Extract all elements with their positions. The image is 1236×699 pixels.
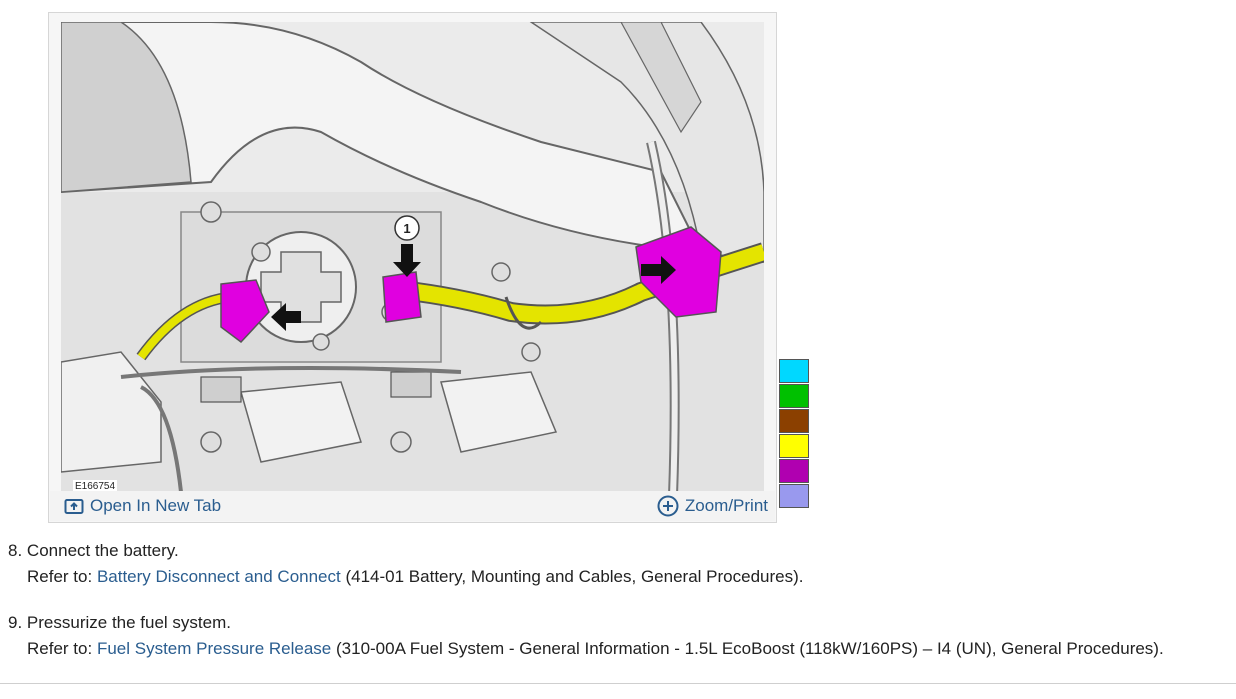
bottom-divider [0,683,1236,684]
color-swatch-yellow[interactable] [779,434,809,458]
battery-disconnect-link[interactable]: Battery Disconnect and Connect [97,567,341,586]
zoom-print-link[interactable]: Zoom/Print [657,495,768,517]
step-number: 8. [8,541,23,560]
step-number: 9. [8,613,23,632]
step-8: 8. Connect the battery. Refer to: Batter… [8,538,1228,590]
refer-suffix: (414-01 Battery, Mounting and Cables, Ge… [345,567,804,586]
color-swatch-green[interactable] [779,384,809,408]
refer-suffix: (310-00A Fuel System - General Informati… [336,639,1164,658]
open-in-new-tab-label: Open In New Tab [90,496,222,515]
color-swatch-magenta[interactable] [779,459,809,483]
engine-diagram: 1 [61,22,764,496]
step-text: Connect the battery. [26,541,179,560]
zoom-plus-icon [657,495,679,517]
color-swatch-brown[interactable] [779,409,809,433]
refer-prefix: Refer to: [27,639,93,658]
color-palette [779,359,809,509]
zoom-print-label: Zoom/Print [684,496,768,515]
step-9: 9. Pressurize the fuel system. Refer to:… [8,610,1228,662]
figure-frame: 1 E166754 Open In New Tab Zoom/Print [48,12,777,523]
callout-number: 1 [403,221,410,236]
step-text: Pressurize the fuel system. [26,613,231,632]
open-new-tab-icon [64,497,84,515]
procedure-steps: 8. Connect the battery. Refer to: Batter… [8,538,1228,662]
fuel-pressure-release-link[interactable]: Fuel System Pressure Release [97,639,331,658]
figure-toolbar: Open In New Tab Zoom/Print [50,491,775,521]
engine-illustration: 1 E166754 [61,22,764,496]
refer-prefix: Refer to: [27,567,93,586]
color-swatch-lavender[interactable] [779,484,809,508]
open-in-new-tab-link[interactable]: Open In New Tab [64,496,221,516]
color-swatch-cyan[interactable] [779,359,809,383]
